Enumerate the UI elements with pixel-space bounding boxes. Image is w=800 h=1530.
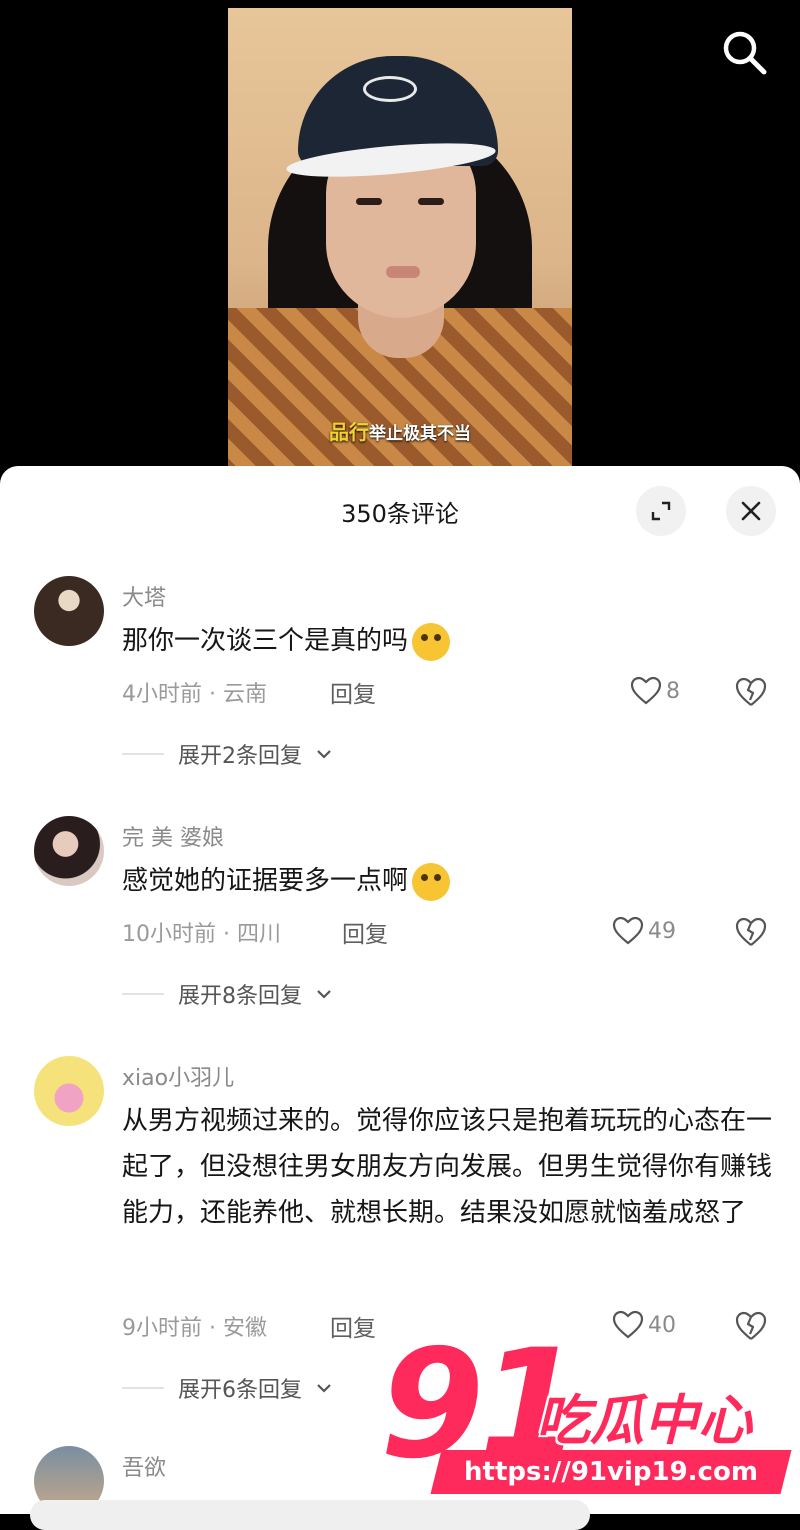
- video-frame[interactable]: 品行举止极其不当: [228, 8, 572, 470]
- video-person-eye: [356, 198, 382, 205]
- like-button[interactable]: 8: [630, 676, 680, 706]
- video-player[interactable]: 品行举止极其不当: [0, 0, 800, 470]
- like-count: 49: [648, 918, 676, 944]
- comment-text: 那你一次谈三个是真的吗: [122, 618, 772, 664]
- laughing-crying-emoji: [412, 622, 451, 661]
- reply-button[interactable]: 回复: [330, 675, 376, 709]
- comment-username[interactable]: 完 美 婆娘: [122, 820, 224, 852]
- chevron-down-icon: [317, 990, 331, 999]
- broken-heart-icon: [735, 677, 767, 706]
- comment-body: 那你一次谈三个是真的吗: [122, 626, 409, 656]
- comment-username[interactable]: 大塔: [122, 580, 166, 612]
- heart-icon: [630, 676, 662, 705]
- close-panel-button[interactable]: [726, 486, 776, 536]
- expand-replies-button[interactable]: 展开2条回复: [122, 738, 332, 770]
- comment-username[interactable]: xiao小羽儿: [122, 1060, 234, 1092]
- chevron-down-icon: [317, 750, 331, 759]
- expand-panel-button[interactable]: [636, 486, 686, 536]
- watermark-brand: 吃瓜中心: [536, 1389, 752, 1452]
- comment-time-location: 4小时前 · 云南: [122, 682, 267, 707]
- comment-username[interactable]: 吾欲: [122, 1450, 166, 1482]
- reply-button[interactable]: 回复: [330, 1309, 376, 1343]
- video-person-mouth: [386, 266, 420, 278]
- expand-replies-label: 展开6条回复: [178, 1378, 302, 1403]
- video-person-eye: [418, 198, 444, 205]
- subtitle-highlight: 品行: [329, 420, 369, 444]
- expand-replies-label: 展开8条回复: [178, 984, 302, 1009]
- heart-icon: [612, 916, 644, 945]
- comment-time-location: 9小时前 · 安徽: [122, 1316, 267, 1341]
- reply-button[interactable]: 回复: [342, 915, 388, 949]
- chevron-down-icon: [317, 1384, 331, 1393]
- expand-replies-button[interactable]: 展开6条回复: [122, 1372, 332, 1404]
- comment-text: 感觉她的证据要多一点啊: [122, 858, 772, 904]
- search-button[interactable]: [720, 28, 768, 76]
- cap-logo: [363, 76, 417, 102]
- watermark-url: https://91vip19.com: [430, 1450, 792, 1494]
- like-button[interactable]: 49: [612, 916, 676, 946]
- avatar[interactable]: [34, 1056, 104, 1126]
- expand-replies-button[interactable]: 展开8条回复: [122, 978, 332, 1010]
- close-icon: [741, 501, 761, 521]
- like-count: 40: [648, 1312, 676, 1338]
- divider-line: [122, 753, 164, 755]
- comment-body: 感觉她的证据要多一点啊: [122, 866, 409, 896]
- divider-line: [122, 993, 164, 995]
- subtitle-text: 举止极其不当: [369, 424, 471, 444]
- like-count: 8: [666, 678, 680, 704]
- comment-text: 从男方视频过来的。觉得你应该只是抱着玩玩的心态在一起了，但没想往男女朋友方向发展…: [122, 1106, 773, 1228]
- video-subtitle: 品行举止极其不当: [228, 416, 572, 445]
- divider-line: [122, 1387, 164, 1389]
- dizzy-face-emoji: [412, 862, 451, 901]
- watermark-url-text: https://91vip19.com: [464, 1457, 758, 1487]
- search-icon: [723, 31, 767, 75]
- comment-time-location: 10小时前 · 四川: [122, 922, 281, 947]
- expand-icon: [651, 501, 671, 521]
- avatar[interactable]: [34, 816, 104, 886]
- avatar[interactable]: [34, 576, 104, 646]
- dislike-button[interactable]: [734, 916, 768, 948]
- dislike-button[interactable]: [734, 676, 768, 708]
- site-watermark: 91 吃瓜中心 https://91vip19.com: [380, 1330, 800, 1514]
- broken-heart-icon: [735, 917, 767, 946]
- expand-replies-label: 展开2条回复: [178, 744, 302, 769]
